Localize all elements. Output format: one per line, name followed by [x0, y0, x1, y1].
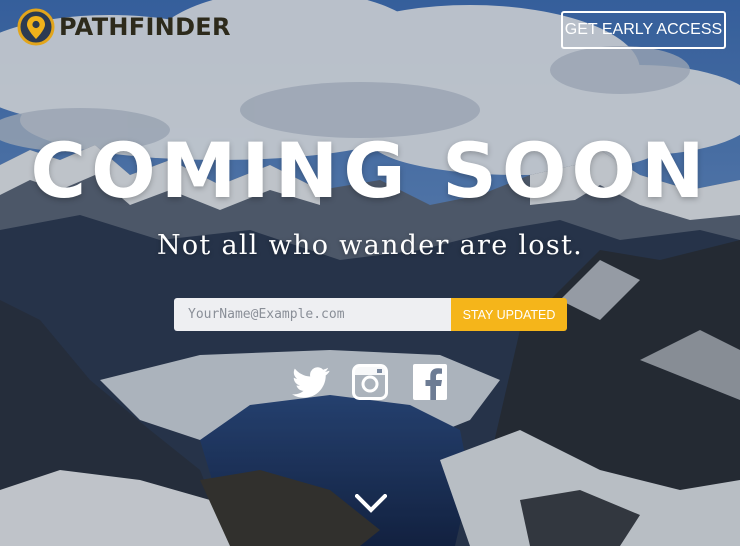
chevron-down-icon[interactable] — [355, 494, 387, 514]
twitter-icon[interactable] — [292, 366, 330, 400]
brand-logo[interactable]: PATHFINDER — [17, 8, 231, 46]
brand-name: PATHFINDER — [59, 13, 231, 41]
email-input[interactable] — [174, 298, 451, 331]
hero-subtitle: Not all who wander are lost. — [156, 230, 584, 261]
hero-background-image — [0, 0, 740, 546]
get-early-access-button[interactable]: GET EARLY ACCESS — [561, 11, 726, 49]
map-pin-logo-icon — [17, 8, 55, 46]
social-links — [292, 364, 452, 402]
hero-title: COMING SOON — [30, 126, 710, 215]
facebook-icon[interactable] — [413, 364, 447, 400]
stay-updated-button[interactable]: STAY UPDATED — [451, 298, 567, 331]
instagram-icon[interactable] — [352, 364, 388, 400]
signup-form: STAY UPDATED — [174, 298, 567, 331]
